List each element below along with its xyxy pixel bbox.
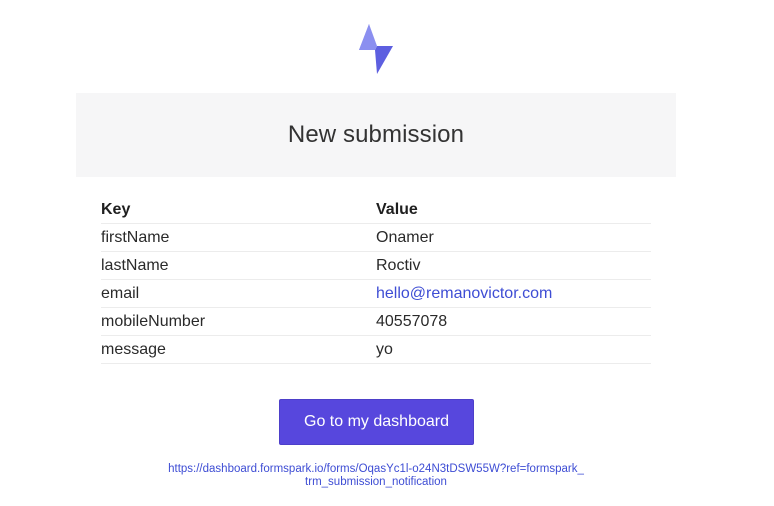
table-header-row: Key Value <box>101 196 651 224</box>
field-value: yo <box>376 340 393 358</box>
field-value: hello@remanovictor.com <box>376 285 651 303</box>
email-page: New submission Key Value firstName Oname… <box>0 0 774 506</box>
submission-table: Key Value firstName Onamer lastName Roct… <box>101 196 651 364</box>
table-row: firstName Onamer <box>101 224 651 252</box>
field-value: Onamer <box>376 228 434 246</box>
field-key: email <box>101 284 140 302</box>
table-row: lastName Roctiv <box>101 252 651 280</box>
dashboard-url-line2: trm_submission_notification <box>305 476 447 488</box>
table-row: mobileNumber 40557078 <box>101 308 651 336</box>
column-header-value: Value <box>376 200 418 218</box>
dashboard-button[interactable]: Go to my dashboard <box>279 399 474 445</box>
header-banner: New submission <box>76 93 676 177</box>
column-header-key: Key <box>101 200 131 218</box>
table-row: email hello@remanovictor.com <box>101 280 651 308</box>
field-key: lastName <box>101 256 169 274</box>
page-title: New submission <box>287 121 465 148</box>
email-link[interactable]: hello@remanovictor.com <box>376 285 552 302</box>
dashboard-url-link[interactable]: https://dashboard.formspark.io/forms/Oqa… <box>140 463 612 489</box>
field-value: Roctiv <box>376 256 421 274</box>
table-row: message yo <box>101 336 651 364</box>
field-key: mobileNumber <box>101 312 206 330</box>
field-value: 40557078 <box>376 312 448 330</box>
dashboard-url-line1: https://dashboard.formspark.io/forms/Oqa… <box>168 463 584 475</box>
field-key: firstName <box>101 228 170 246</box>
lightning-bolt-icon <box>359 24 393 74</box>
field-key: message <box>101 340 166 358</box>
